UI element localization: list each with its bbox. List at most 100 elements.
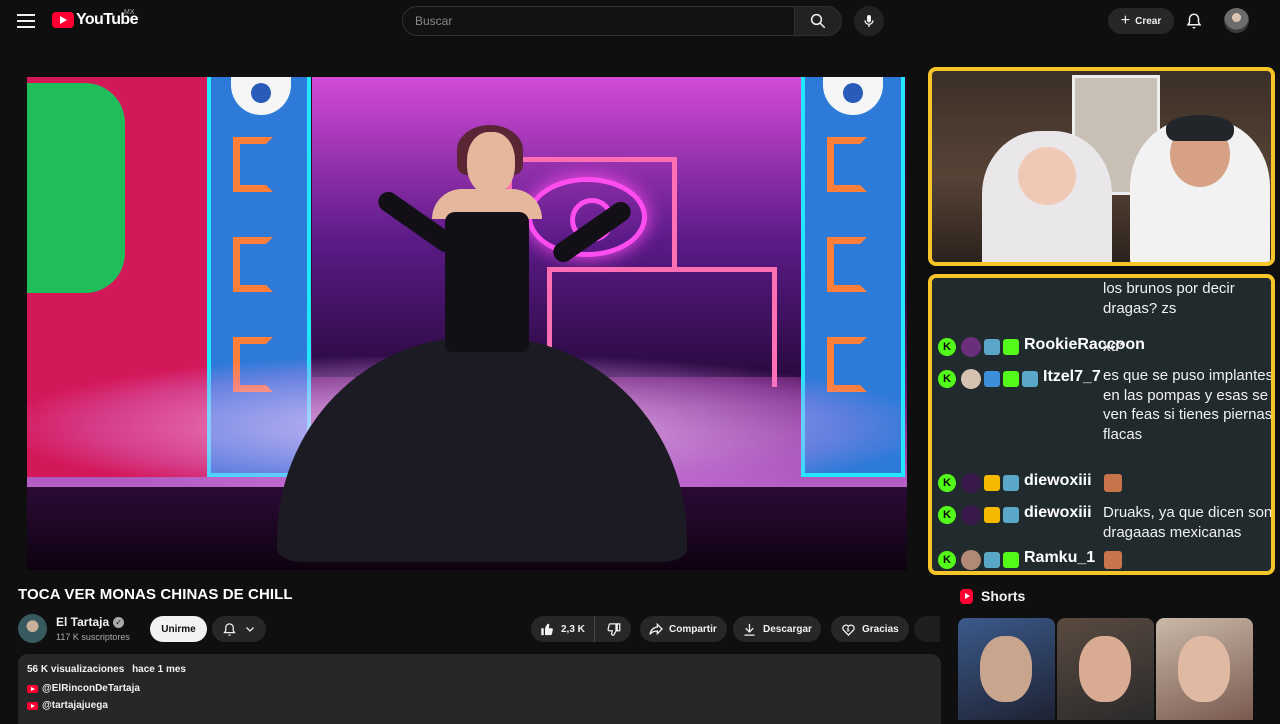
chat-message: es que se puso implantes en las pompas y… [1103,367,1274,443]
youtube-logo[interactable]: YouTube MX [52,9,138,29]
short-face [1178,636,1230,702]
kick-icon: K [938,551,956,569]
publish-date: hace 1 mes [132,664,186,675]
notifications-button[interactable] [1183,9,1205,33]
chat-avatar [961,505,981,525]
performer-head [467,132,515,194]
emote-icon [1104,551,1122,569]
channel-link[interactable]: @tartajajuega [27,700,108,711]
kick-icon: K [938,338,956,356]
glyph-decoration [827,137,867,192]
channel-name: El Tartaja [56,615,110,629]
kick-icon: K [938,370,956,388]
gift-badge-icon [1003,552,1019,568]
chat-avatar [961,550,981,570]
chat-row: K Itzel7_7 [938,368,1101,389]
bell-icon [1186,13,1202,29]
glyph-decoration [233,137,273,192]
voice-search-button[interactable] [854,6,884,36]
short-thumbnail[interactable] [958,618,1055,720]
like-dislike-group: 2,3 K [531,616,631,642]
gift-count-badge-icon [1003,371,1019,387]
thumbs-down-icon [606,622,620,636]
subscriber-badge-icon [1022,371,1038,387]
shorts-header: Shorts [960,588,1025,604]
short-thumbnail[interactable] [1156,618,1253,720]
chevron-down-icon [246,627,255,632]
create-label: Crear [1135,15,1162,27]
create-button[interactable]: + Crear [1108,8,1174,34]
chat-avatar [961,337,981,357]
streamer-webcam[interactable] [928,67,1275,266]
kick-icon: K [938,506,956,524]
svg-text:$: $ [847,627,850,633]
eye-decoration [231,77,291,115]
chat-message: Druaks, ya que dicen son dragaaas mexica… [1103,504,1273,541]
masthead: YouTube MX + Crear [0,0,1280,42]
video-title: TOCA VER MONAS CHINAS DE CHILL [18,586,293,603]
menu-icon[interactable] [14,10,38,32]
like-button[interactable]: 2,3 K [531,616,595,642]
download-button[interactable]: Descargar [733,616,821,642]
youtube-icon [27,684,38,693]
dislike-button[interactable] [595,616,631,642]
search-input[interactable] [402,6,795,36]
streamer-cosplayer [982,131,1112,262]
account-avatar[interactable] [1224,8,1249,33]
share-label: Compartir [669,623,717,635]
microphone-icon [864,15,874,27]
join-button[interactable]: Unirme [150,616,207,642]
chat-avatar [961,473,981,493]
channel-link-text: @tartajajuega [42,700,108,711]
verified-check-icon: ✓ [113,616,125,628]
chat-row: K Ramku_1 [938,549,1095,570]
glyph-decoration [827,237,867,292]
chat-row: K diewoxiii [938,472,1092,493]
search-bar [402,6,842,36]
heart-dollar-icon: $ [842,624,855,636]
subscriber-badge-icon [984,552,1000,568]
short-thumbnail[interactable] [1057,618,1154,720]
channel-name-link[interactable]: El Tartaja ✓ [56,615,125,629]
streamer-guest [1130,115,1270,262]
download-label: Descargar [763,623,812,635]
search-button[interactable] [794,6,842,36]
like-count: 2,3 K [561,623,585,635]
description-box[interactable]: 56 K visualizaciones hace 1 mes @ElRinco… [18,654,941,724]
channel-link-text: @ElRinconDeTartaja [42,683,140,694]
short-face [980,636,1032,702]
country-code: MX [124,9,135,16]
chat-username: Ramku_1 [1024,549,1096,566]
thumbs-up-icon [541,623,553,635]
search-icon [810,13,826,29]
short-face [1079,636,1131,702]
more-actions-button[interactable] [914,616,940,642]
subscriber-count: 117 K suscriptores [56,632,130,642]
crown-badge-icon [984,507,1000,523]
chat-message: xd* [1103,338,1125,355]
cactus-prop [27,83,125,293]
bell-icon [223,622,236,636]
share-button[interactable]: Compartir [640,616,727,642]
gift-badge-icon [1003,339,1019,355]
emote-icon [1104,474,1122,492]
download-icon [744,623,755,636]
view-count: 56 K visualizaciones [27,664,125,675]
channel-link[interactable]: @ElRinconDeTartaja [27,683,140,694]
chat-avatar [961,369,981,389]
thanks-button[interactable]: $ Gracias [831,616,909,642]
description-stats: 56 K visualizaciones hace 1 mes [27,664,186,675]
chat-username: diewoxiii [1024,472,1092,489]
chat-username: Itzel7_7 [1043,368,1101,385]
chat-row: K diewoxiii [938,504,1092,525]
youtube-icon [27,701,38,710]
subscriber-badge-icon [984,339,1000,355]
performer-bodice [445,212,529,352]
chat-message: los brunos por decir dragas? zs [1103,280,1235,317]
eye-decoration [823,77,883,115]
subscription-notifications-button[interactable] [212,616,266,642]
chat-username: diewoxiii [1024,504,1092,521]
subscriber-badge-icon [1003,475,1019,491]
channel-avatar[interactable] [18,614,47,643]
video-player[interactable] [27,77,907,570]
